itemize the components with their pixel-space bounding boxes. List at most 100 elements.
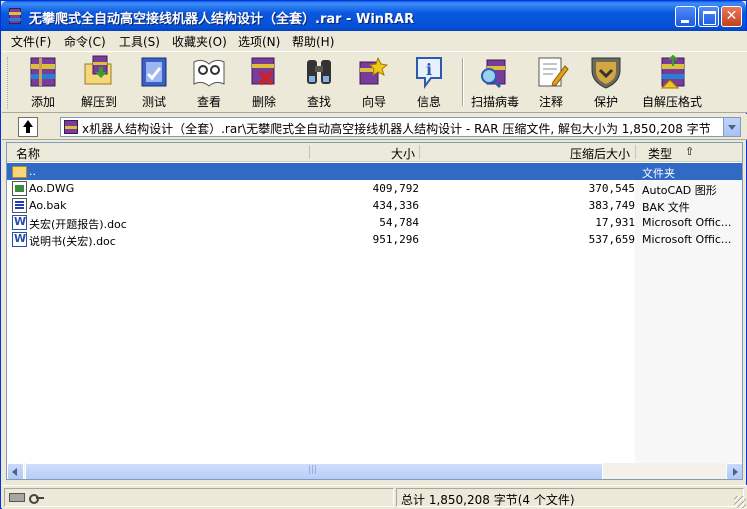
list-item[interactable]: 关宏(开题报告).doc 54,784 17,931 Microsoft Off… xyxy=(7,214,742,231)
word-doc-icon xyxy=(12,232,27,247)
address-combo[interactable]: x机器人结构设计（全套）.rar\无攀爬式全自动高空接线机器人结构设计 - RA… xyxy=(60,117,741,137)
view-icon xyxy=(191,54,227,90)
delete-icon xyxy=(246,54,282,90)
list-item[interactable]: 说明书(关宏).doc 951,296 537,659 Microsoft Of… xyxy=(7,231,742,248)
protect-icon xyxy=(588,54,624,90)
scroll-thumb[interactable] xyxy=(25,463,603,479)
file-name: .. xyxy=(29,165,36,178)
file-size: 54,784 xyxy=(379,216,419,229)
column-size[interactable]: 大小 xyxy=(391,145,415,162)
title-bar[interactable]: 无攀爬式全自动高空接线机器人结构设计（全套）.rar - WinRAR ✕ xyxy=(1,1,746,31)
menu-help[interactable]: 帮助(H) xyxy=(292,33,334,50)
dwg-file-icon xyxy=(12,181,27,196)
winrar-window: 无攀爬式全自动高空接线机器人结构设计（全套）.rar - WinRAR ✕ 文件… xyxy=(0,0,747,509)
list-item[interactable]: Ao.DWG 409,792 370,545 AutoCAD 图形 xyxy=(7,180,742,197)
file-packed-size: 537,659 xyxy=(588,233,635,246)
status-summary: 总计 1,850,208 字节(4 个文件) xyxy=(401,493,575,507)
file-type: Microsoft Offic... xyxy=(642,233,732,246)
chevron-down-icon[interactable] xyxy=(723,118,740,136)
file-name: 说明书(关宏).doc xyxy=(29,235,116,248)
status-pane-right: 总计 1,850,208 字节(4 个文件) xyxy=(396,488,744,507)
file-size: 951,296 xyxy=(372,233,419,246)
find-button[interactable]: 查找 xyxy=(291,54,347,110)
sfx-button[interactable]: 自解压格式 xyxy=(637,54,707,110)
add-label: 添加 xyxy=(30,95,55,109)
column-name[interactable]: 名称 xyxy=(16,145,40,162)
word-doc-icon xyxy=(12,215,27,230)
archive-icon xyxy=(64,120,78,134)
file-size: 434,336 xyxy=(372,199,419,212)
file-packed-size: 383,749 xyxy=(588,199,635,212)
add-archive-icon xyxy=(25,54,61,90)
file-list[interactable]: 名称 大小 压缩后大小 类型 ⇧ .. 文件夹 Ao.DWG 409,792 3… xyxy=(6,142,743,480)
file-type: BAK 文件 xyxy=(642,201,690,214)
drive-icon[interactable] xyxy=(9,493,25,502)
comment-button[interactable]: 注释 xyxy=(523,54,579,110)
resize-grip[interactable] xyxy=(734,496,746,508)
menu-tools[interactable]: 工具(S) xyxy=(119,33,160,50)
list-item-parent-folder[interactable]: .. 文件夹 xyxy=(7,163,742,180)
winrar-app-icon[interactable] xyxy=(7,8,23,24)
extract-to-button[interactable]: 解压到 xyxy=(71,54,127,110)
test-icon xyxy=(136,54,172,90)
sfx-icon xyxy=(654,54,690,90)
column-type[interactable]: 类型 xyxy=(648,145,672,162)
wizard-button[interactable]: 向导 xyxy=(346,54,402,110)
file-name: Ao.bak xyxy=(29,199,67,212)
find-icon xyxy=(301,54,337,90)
file-type: Microsoft Offic... xyxy=(642,216,732,229)
menu-file[interactable]: 文件(F) xyxy=(11,33,51,50)
sort-arrow-icon: ⇧ xyxy=(685,145,695,158)
menu-options[interactable]: 选项(N) xyxy=(238,33,280,50)
virus-scan-label: 扫描病毒 xyxy=(470,95,519,109)
up-folder-button[interactable] xyxy=(18,117,38,137)
protect-label: 保护 xyxy=(593,95,618,109)
wizard-label: 向导 xyxy=(361,95,386,109)
svg-text:i: i xyxy=(426,60,432,79)
file-type: 文件夹 xyxy=(642,167,675,180)
toolbar-separator xyxy=(462,58,464,106)
info-button[interactable]: i 信息 xyxy=(401,54,457,110)
bak-file-icon xyxy=(12,198,27,213)
scroll-left-button[interactable] xyxy=(7,463,24,479)
list-item[interactable]: Ao.bak 434,336 383,749 BAK 文件 xyxy=(7,197,742,214)
info-label: 信息 xyxy=(416,95,441,109)
menu-favorites[interactable]: 收藏夹(O) xyxy=(172,33,227,50)
close-button[interactable]: ✕ xyxy=(721,6,742,27)
delete-button[interactable]: 删除 xyxy=(236,54,292,110)
virus-scan-icon xyxy=(477,54,513,90)
toolbar: 添加 解压到 测试 查看 删除 查找 向导 i 信息 扫描病毒 注释 保护 自解… xyxy=(2,51,747,113)
virus-scan-button[interactable]: 扫描病毒 xyxy=(467,54,523,110)
close-icon: ✕ xyxy=(725,8,738,24)
address-bar: x机器人结构设计（全套）.rar\无攀爬式全自动高空接线机器人结构设计 - RA… xyxy=(2,114,747,140)
status-bar: 总计 1,850,208 字节(4 个文件) xyxy=(2,485,747,509)
find-label: 查找 xyxy=(306,95,331,109)
comment-label: 注释 xyxy=(538,95,563,109)
test-button[interactable]: 测试 xyxy=(126,54,182,110)
file-name: 关宏(开题报告).doc xyxy=(29,218,127,231)
status-pane-left xyxy=(4,488,394,507)
extract-to-icon xyxy=(81,54,117,90)
address-path: x机器人结构设计（全套）.rar\无攀爬式全自动高空接线机器人结构设计 - RA… xyxy=(82,122,711,136)
column-packed[interactable]: 压缩后大小 xyxy=(570,145,630,162)
key-icon[interactable] xyxy=(29,493,45,504)
add-button[interactable]: 添加 xyxy=(15,54,71,110)
menu-bar: 文件(F) 命令(C) 工具(S) 收藏夹(O) 选项(N) 帮助(H) xyxy=(2,31,747,51)
comment-icon xyxy=(533,54,569,90)
info-icon: i xyxy=(411,54,447,90)
minimize-button[interactable] xyxy=(675,6,696,27)
window-title: 无攀爬式全自动高空接线机器人结构设计（全套）.rar - WinRAR xyxy=(29,12,415,27)
maximize-button[interactable] xyxy=(698,6,719,27)
test-label: 测试 xyxy=(141,95,166,109)
file-packed-size: 370,545 xyxy=(588,182,635,195)
menu-commands[interactable]: 命令(C) xyxy=(64,33,106,50)
extract-to-label: 解压到 xyxy=(80,95,117,109)
scroll-right-button[interactable] xyxy=(726,463,742,479)
protect-button[interactable]: 保护 xyxy=(578,54,634,110)
horizontal-scrollbar[interactable] xyxy=(7,463,742,479)
file-name: Ao.DWG xyxy=(29,182,75,195)
view-button[interactable]: 查看 xyxy=(181,54,237,110)
sfx-label: 自解压格式 xyxy=(641,95,702,109)
file-size: 409,792 xyxy=(372,182,419,195)
toolbar-grip[interactable] xyxy=(7,57,10,109)
